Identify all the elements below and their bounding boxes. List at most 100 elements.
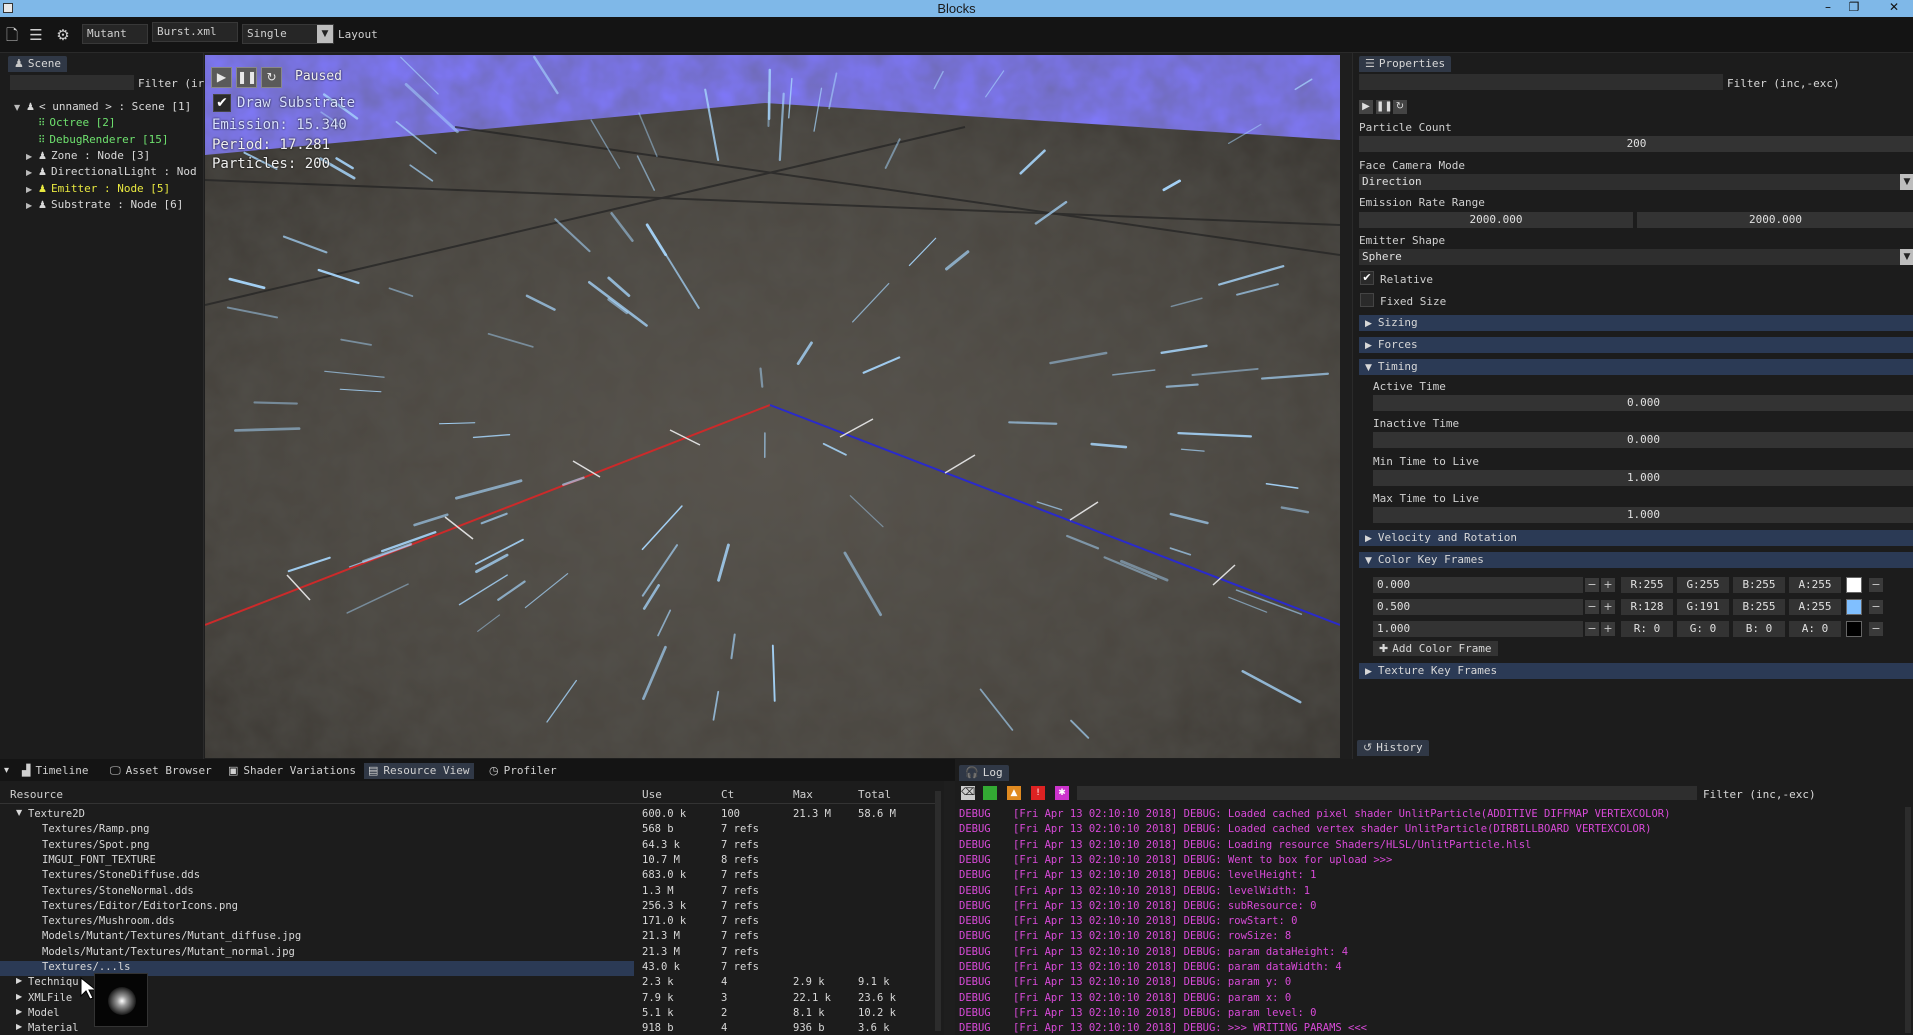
tab-resource-view[interactable]: ▤ Resource View <box>364 763 474 779</box>
minimize-button[interactable]: – <box>1817 0 1839 17</box>
sizing-section-header[interactable]: ▶ Sizing <box>1359 315 1913 331</box>
color-frame-g-field[interactable]: G:255 <box>1677 577 1729 593</box>
tab-scene[interactable]: ♟ Scene <box>8 56 67 72</box>
color-frame-g-field[interactable]: G:191 <box>1677 599 1729 615</box>
scene-tree-item[interactable]: ▶ ♟ Substrate : Node [6] <box>26 198 183 214</box>
close-button[interactable]: ✕ <box>1883 0 1905 17</box>
emitter-restart-button[interactable]: ↻ <box>1393 100 1407 114</box>
3d-viewport[interactable]: ▶ ❚❚ ↻ Paused ✔ Draw Substrate Emission:… <box>205 55 1340 758</box>
properties-filter-input[interactable] <box>1359 74 1723 90</box>
file-field[interactable]: Burst.xml <box>152 22 238 42</box>
resource-column-header[interactable]: Resource <box>10 788 63 801</box>
total-column-header[interactable]: Total <box>858 788 891 801</box>
chevron-right-icon[interactable]: ▶ <box>26 168 38 177</box>
scene-tree-item[interactable]: ▼ ♟ < unnamed > : Scene [1] <box>14 100 191 116</box>
info-filter-icon[interactable] <box>983 786 997 800</box>
chevron-right-icon[interactable]: ▶ <box>16 992 22 1001</box>
tab-properties[interactable]: ☰ Properties <box>1359 56 1452 72</box>
clear-log-icon[interactable]: ⌫ <box>961 786 975 800</box>
scene-tree-item[interactable]: ⠿ Octree [2] <box>26 116 116 132</box>
play-button[interactable]: ▶ <box>211 67 232 88</box>
table-row[interactable]: ▼ Texture2D 600.0 k 100 21.3 M 58.6 M <box>0 808 896 823</box>
frame-increment-button[interactable]: + <box>1601 600 1615 614</box>
color-frame-b-field[interactable]: B: 0 <box>1733 621 1785 637</box>
pause-button[interactable]: ❚❚ <box>236 67 257 88</box>
emitter-shape-select[interactable]: Sphere ▼ <box>1359 249 1913 265</box>
emission-rate-min-field[interactable]: 2000.000 <box>1359 212 1633 228</box>
color-key-frames-header[interactable]: ▼ Color Key Frames <box>1359 552 1913 568</box>
remove-frame-button[interactable]: − <box>1869 578 1883 592</box>
scene-tree-item[interactable]: ⠿ DebugRenderer [15] <box>26 133 169 149</box>
tab-log[interactable]: 🎧 Log <box>959 765 1009 781</box>
error-filter-icon[interactable]: ! <box>1031 786 1045 800</box>
scene-tree-item[interactable]: ▶ ♟ Emitter : Node [5] <box>26 182 170 198</box>
log-filter-input[interactable] <box>1077 786 1697 800</box>
color-frame-g-field[interactable]: G: 0 <box>1677 621 1729 637</box>
chevron-right-icon[interactable]: ▶ <box>16 1007 22 1016</box>
warning-filter-icon[interactable]: ▲ <box>1007 786 1021 800</box>
scene-tree-item[interactable]: ▶ ♟ DirectionalLight : Nod <box>26 165 197 181</box>
table-row[interactable]: Textures/Ramp.png 568 b 7 refs <box>0 823 759 838</box>
table-row[interactable]: Models/Mutant/Textures/Mutant_normal.jpg… <box>0 946 759 961</box>
color-frame-time-field[interactable]: 0.500 <box>1373 599 1583 615</box>
emission-rate-max-field[interactable]: 2000.000 <box>1637 212 1913 228</box>
remove-frame-button[interactable]: − <box>1869 622 1883 636</box>
table-row[interactable]: Models/Mutant/Textures/Mutant_diffuse.jp… <box>0 930 759 945</box>
resource-scrollbar[interactable] <box>935 791 941 1031</box>
scene-tree-item[interactable]: ▶ ♟ Zone : Node [3] <box>26 149 150 165</box>
color-frame-a-field[interactable]: A: 0 <box>1789 621 1841 637</box>
add-color-frame-button[interactable]: ✚ Add Color Frame <box>1373 641 1498 656</box>
texture-key-frames-header[interactable]: ▶ Texture Key Frames <box>1359 663 1913 679</box>
max-column-header[interactable]: Max <box>793 788 813 801</box>
active-time-field[interactable]: 0.000 <box>1373 395 1913 411</box>
table-row[interactable]: Textures/Editor/EditorIcons.png 256.3 k 7 … <box>0 900 759 915</box>
scene-filter-input[interactable] <box>10 75 134 90</box>
restart-button[interactable]: ↻ <box>261 67 282 88</box>
frame-increment-button[interactable]: + <box>1601 578 1615 592</box>
frame-decrement-button[interactable]: − <box>1585 622 1599 636</box>
color-frame-a-field[interactable]: A:255 <box>1789 577 1841 593</box>
tab-asset-browser[interactable]: 🖵 Asset Browser <box>106 763 216 779</box>
color-frame-r-field[interactable]: R:255 <box>1621 577 1673 593</box>
face-camera-select[interactable]: Direction ▼ <box>1359 174 1913 190</box>
timing-section-header[interactable]: ▼ Timing <box>1359 359 1913 375</box>
color-swatch[interactable] <box>1846 577 1862 593</box>
table-row[interactable]: IMGUI_FONT_TEXTURE 10.7 M 8 refs <box>0 854 759 869</box>
color-frame-time-field[interactable]: 1.000 <box>1373 621 1583 637</box>
fixed-size-checkbox[interactable] <box>1360 293 1374 307</box>
debug-filter-icon[interactable]: ✱ <box>1055 786 1069 800</box>
color-swatch[interactable] <box>1846 621 1862 637</box>
emitter-pause-button[interactable]: ❚❚ <box>1376 100 1393 114</box>
collapse-icon[interactable]: ▾ <box>4 765 9 776</box>
log-scrollbar[interactable] <box>1905 807 1911 1033</box>
remove-frame-button[interactable]: − <box>1869 600 1883 614</box>
particle-count-field[interactable]: 200 <box>1359 136 1913 152</box>
maximize-button[interactable]: ❐ <box>1843 0 1865 17</box>
color-frame-a-field[interactable]: A:255 <box>1789 599 1841 615</box>
min-ttl-field[interactable]: 1.000 <box>1373 470 1913 486</box>
draw-substrate-checkbox[interactable]: ✔ <box>213 94 231 112</box>
table-row[interactable]: Textures/Mushroom.dds 171.0 k 7 refs <box>0 915 759 930</box>
table-row[interactable]: Textures/Spot.png 64.3 k 7 refs <box>0 839 759 854</box>
color-frame-time-field[interactable]: 0.000 <box>1373 577 1583 593</box>
frame-decrement-button[interactable]: − <box>1585 578 1599 592</box>
inactive-time-field[interactable]: 0.000 <box>1373 432 1913 448</box>
chevron-right-icon[interactable]: ▶ <box>26 185 38 194</box>
use-column-header[interactable]: Use <box>642 788 662 801</box>
tab-history[interactable]: ↺ History <box>1357 740 1429 756</box>
color-frame-b-field[interactable]: B:255 <box>1733 599 1785 615</box>
tab-profiler[interactable]: ◷ Profiler <box>485 763 561 779</box>
max-ttl-field[interactable]: 1.000 <box>1373 507 1913 523</box>
color-swatch[interactable] <box>1846 599 1862 615</box>
chevron-right-icon[interactable]: ▶ <box>16 1022 22 1031</box>
tab-timeline[interactable]: ▟ Timeline <box>18 763 92 779</box>
velocity-section-header[interactable]: ▶ Velocity and Rotation <box>1359 530 1913 546</box>
emitter-play-button[interactable]: ▶ <box>1359 100 1373 114</box>
chevron-right-icon[interactable]: ▶ <box>16 976 22 985</box>
new-file-icon[interactable]: 🗋 <box>3 26 21 44</box>
ct-column-header[interactable]: Ct <box>721 788 734 801</box>
model-field[interactable]: Mutant <box>82 24 148 44</box>
table-row[interactable]: Textures/StoneNormal.dds 1.3 M 7 refs <box>0 885 759 900</box>
settings-gear-icon[interactable]: ⚙ <box>54 26 72 44</box>
chevron-down-icon[interactable]: ▼ <box>16 808 22 817</box>
